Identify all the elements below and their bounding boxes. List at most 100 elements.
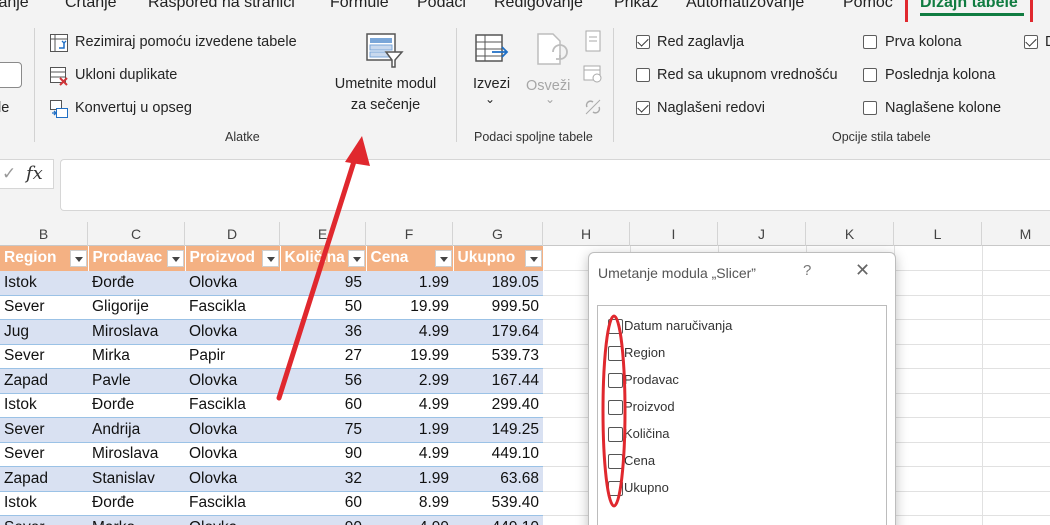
table-cell[interactable]: Olovka [185,442,280,467]
table-cell[interactable]: 4.99 [366,319,453,345]
column-header-m[interactable]: M [982,222,1050,246]
table-cell[interactable]: Sever [0,295,88,320]
table-cell[interactable]: 149.25 [453,417,543,443]
insert-slicer-button-line2[interactable]: za sečenje [328,97,443,113]
table-cell[interactable]: 60 [280,491,366,516]
table-cell[interactable]: Miroslava [88,319,185,345]
filter-dropdown-icon[interactable] [347,250,365,267]
table-cell[interactable]: 19.99 [366,295,453,320]
table-cell[interactable]: Gligorije [88,295,185,320]
table-cell[interactable]: 4.99 [366,442,453,467]
total-row-checkbox[interactable] [636,68,650,82]
column-header-g[interactable]: G [453,222,543,246]
table-cell[interactable]: 1.99 [366,466,453,492]
table-cell[interactable]: 63.68 [453,466,543,492]
column-header-h[interactable]: H [543,222,630,246]
table-cell[interactable]: Olovka [185,319,280,345]
table-cell[interactable]: Đorđe [88,393,185,418]
table-cell[interactable]: 75 [280,417,366,443]
column-header-c[interactable]: C [88,222,185,246]
banded-columns-checkbox[interactable] [863,101,877,115]
slicer-field-checkbox[interactable] [608,400,623,415]
tab-home[interactable]: tanje [0,0,29,12]
table-cell[interactable]: 539.73 [453,344,543,369]
remove-duplicates-button[interactable]: Ukloni duplikate [75,67,177,83]
table-name-field[interactable] [0,62,22,88]
table-cell[interactable]: 167.44 [453,368,543,394]
filter-dropdown-icon[interactable] [166,250,184,267]
table-cell[interactable]: Zapad [0,466,88,492]
slicer-field-checkbox[interactable] [608,346,623,361]
table-cell[interactable]: Miroslava [88,442,185,467]
table-cell[interactable]: Olovka [185,270,280,296]
tab-automate[interactable]: Automatizovanje [686,0,804,12]
table-cell[interactable]: 95 [280,270,366,296]
convert-to-range-button[interactable]: Konvertuj u opseg [75,100,192,116]
table-cell[interactable]: Istok [0,491,88,516]
table-cell[interactable]: Fascikla [185,393,280,418]
help-icon[interactable]: ? [803,262,811,279]
table-cell[interactable]: Olovka [185,466,280,492]
table-cell[interactable]: 1.99 [366,270,453,296]
table-cell[interactable]: 90 [280,442,366,467]
table-cell[interactable]: 36 [280,319,366,345]
enter-icon[interactable]: ✓ [2,164,16,184]
slicer-field-checkbox[interactable] [608,454,623,469]
table-cell[interactable]: Sever [0,442,88,467]
table-cell[interactable]: Đorđe [88,270,185,296]
tab-page-layout[interactable]: Raspored na stranici [148,0,295,12]
slicer-field-checkbox[interactable] [608,319,623,334]
column-header-e[interactable]: E [280,222,366,246]
column-header-f[interactable]: F [366,222,453,246]
filter-dropdown-icon[interactable] [69,250,87,267]
column-header-b[interactable]: B [0,222,88,246]
table-cell[interactable]: 32 [280,466,366,492]
filter-dropdown-icon[interactable] [524,250,542,267]
table-cell[interactable]: Đorđe [88,491,185,516]
table-cell[interactable]: 1.99 [366,417,453,443]
close-icon[interactable]: ✕ [855,260,870,281]
table-cell[interactable]: Olovka [185,417,280,443]
column-header-d[interactable]: D [185,222,280,246]
table-cell[interactable]: 539.40 [453,491,543,516]
table-cell[interactable]: Sever [0,344,88,369]
table-cell[interactable]: Istok [0,393,88,418]
tab-help[interactable]: Pomoć [843,0,893,12]
table-cell[interactable]: Andrija [88,417,185,443]
table-cell[interactable]: 27 [280,344,366,369]
table-cell[interactable]: 4.99 [366,515,453,525]
table-cell[interactable]: 50 [280,295,366,320]
tab-formulas[interactable]: Formule [330,0,389,12]
summarize-pivot-button[interactable]: Rezimiraj pomoću izvedene tabele [75,34,297,50]
table-cell[interactable]: Jug [0,319,88,345]
table-cell[interactable]: Zapad [0,368,88,394]
table-cell[interactable]: 8.99 [366,491,453,516]
insert-slicer-button[interactable]: Umetnite modul [328,76,443,92]
first-column-checkbox[interactable] [863,35,877,49]
filter-dropdown-icon[interactable] [434,250,452,267]
table-cell[interactable]: 2.99 [366,368,453,394]
table-cell[interactable]: 189.05 [453,270,543,296]
tab-review[interactable]: Redigovanje [494,0,583,12]
column-header-j[interactable]: J [718,222,806,246]
table-cell[interactable]: Fascikla [185,491,280,516]
banded-rows-checkbox[interactable] [636,101,650,115]
table-cell[interactable]: 4.99 [366,393,453,418]
table-cell[interactable]: Sever [0,515,88,525]
table-cell[interactable]: Marko [88,515,185,525]
table-cell[interactable]: 999.50 [453,295,543,320]
table-cell[interactable]: Stanislav [88,466,185,492]
tab-draw[interactable]: Crtanje [65,0,117,12]
table-cell[interactable]: 299.40 [453,393,543,418]
table-cell[interactable]: Fascikla [185,295,280,320]
table-cell[interactable]: 60 [280,393,366,418]
table-cell[interactable]: 449.10 [453,442,543,467]
table-cell[interactable]: Pavle [88,368,185,394]
slicer-field-checkbox[interactable] [608,427,623,442]
column-header-i[interactable]: I [630,222,718,246]
table-cell[interactable]: Sever [0,417,88,443]
table-cell[interactable]: Mirka [88,344,185,369]
table-cell[interactable]: Olovka [185,368,280,394]
table-cell[interactable]: 90 [280,515,366,525]
tab-view[interactable]: Prikaz [614,0,658,12]
